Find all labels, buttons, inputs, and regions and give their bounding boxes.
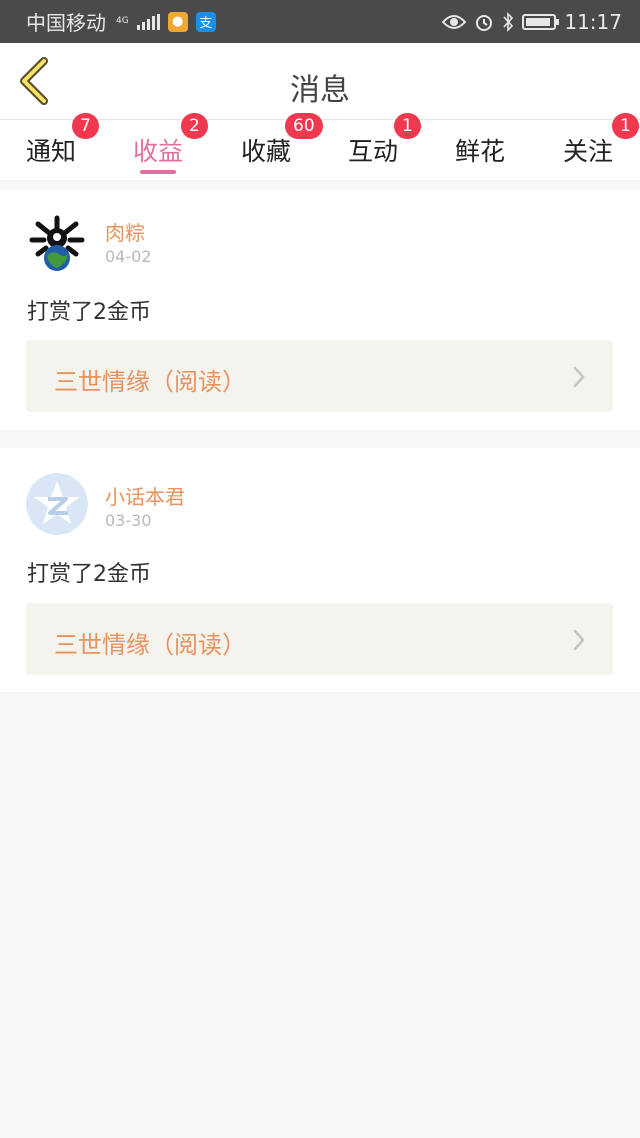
message-text: 打赏了2金币: [27, 562, 151, 587]
default-qq-avatar: [26, 473, 88, 535]
network-indicator: 4G: [116, 16, 129, 26]
tab-badge: 2: [181, 113, 208, 139]
book-title: 三世情缘（阅读）: [54, 631, 246, 659]
username[interactable]: 小话本君: [105, 481, 185, 510]
bluetooth-icon: [503, 11, 514, 32]
avatar[interactable]: [26, 210, 88, 272]
message-date: 04-02: [105, 247, 152, 266]
message-card: 肉粽 04-02 打赏了2金币 三世情缘（阅读）: [0, 190, 640, 430]
tab-following[interactable]: 关注 1: [563, 113, 639, 168]
tab-badge: 7: [72, 113, 99, 139]
active-tab-indicator: [140, 170, 176, 174]
message-card: 小话本君 03-30 打赏了2金币 三世情缘（阅读）: [0, 448, 640, 692]
signal-bars-icon: [136, 13, 160, 30]
tab-badge: 1: [612, 113, 639, 139]
dark-ink-globe-avatar: [26, 210, 88, 272]
tmall-app-icon: ●: [167, 11, 188, 32]
chevron-right-icon: [573, 366, 585, 388]
battery-icon: [522, 13, 560, 30]
status-bar: 中国移动 4G ● 支 11:17: [0, 0, 640, 43]
tab-notifications[interactable]: 通知 7: [26, 113, 99, 168]
book-title: 三世情缘（阅读）: [54, 368, 246, 396]
alarm-icon: [476, 14, 493, 31]
message-date: 03-30: [105, 511, 152, 530]
tab-earnings[interactable]: 收益 2: [133, 113, 208, 168]
carrier-label: 中国移动: [26, 11, 106, 35]
tab-bar: 通知 7 收益 2 收藏 60 互动 1 鲜花 关注 1: [0, 113, 640, 180]
chevron-right-icon: [573, 629, 585, 651]
clock: 11:17: [564, 9, 622, 34]
tab-flowers[interactable]: 鲜花: [455, 132, 505, 168]
header: 消息: [0, 43, 640, 120]
message-text: 打赏了2金币: [27, 300, 151, 325]
tab-badge: 1: [394, 113, 421, 139]
tab-interactions[interactable]: 互动 1: [348, 113, 421, 168]
alipay-app-icon: 支: [195, 11, 216, 32]
page-title: 消息: [290, 73, 350, 108]
username[interactable]: 肉粽: [105, 217, 145, 246]
book-link[interactable]: 三世情缘（阅读）: [26, 340, 613, 412]
eye-icon: [442, 14, 467, 29]
tab-favorites[interactable]: 收藏 60: [241, 113, 323, 168]
avatar[interactable]: [26, 473, 88, 535]
book-link[interactable]: 三世情缘（阅读）: [26, 603, 613, 675]
tab-badge: 60: [285, 113, 323, 139]
